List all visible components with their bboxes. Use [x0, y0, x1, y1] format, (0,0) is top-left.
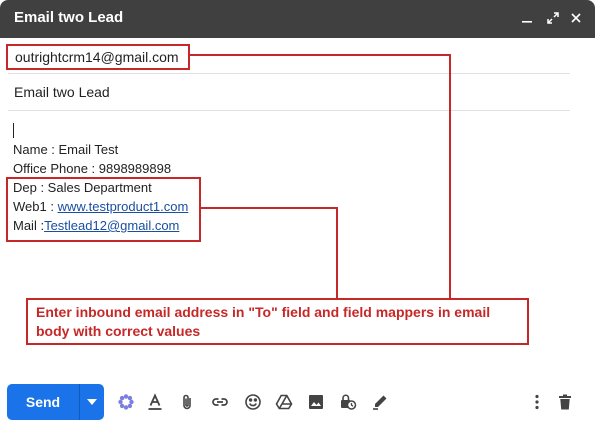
annotation-connectors: [190, 54, 451, 298]
send-button-group: Send: [7, 384, 104, 420]
more-send-options-icon[interactable]: [80, 384, 104, 420]
more-options-icon[interactable]: [527, 392, 547, 412]
drive-icon[interactable]: [274, 392, 294, 412]
signature-icon[interactable]: [370, 392, 390, 412]
emoji-icon[interactable]: [243, 392, 263, 412]
trash-icon[interactable]: [555, 392, 575, 412]
annotation-callout: Enter inbound email address in "To" fiel…: [26, 298, 529, 345]
send-button[interactable]: Send: [7, 384, 79, 420]
confidential-mode-icon[interactable]: [338, 392, 358, 412]
text-format-icon[interactable]: [145, 392, 165, 412]
flower-icon[interactable]: [116, 392, 136, 412]
link-icon[interactable]: [210, 392, 230, 412]
attach-icon[interactable]: [177, 392, 197, 412]
photo-icon[interactable]: [306, 392, 326, 412]
